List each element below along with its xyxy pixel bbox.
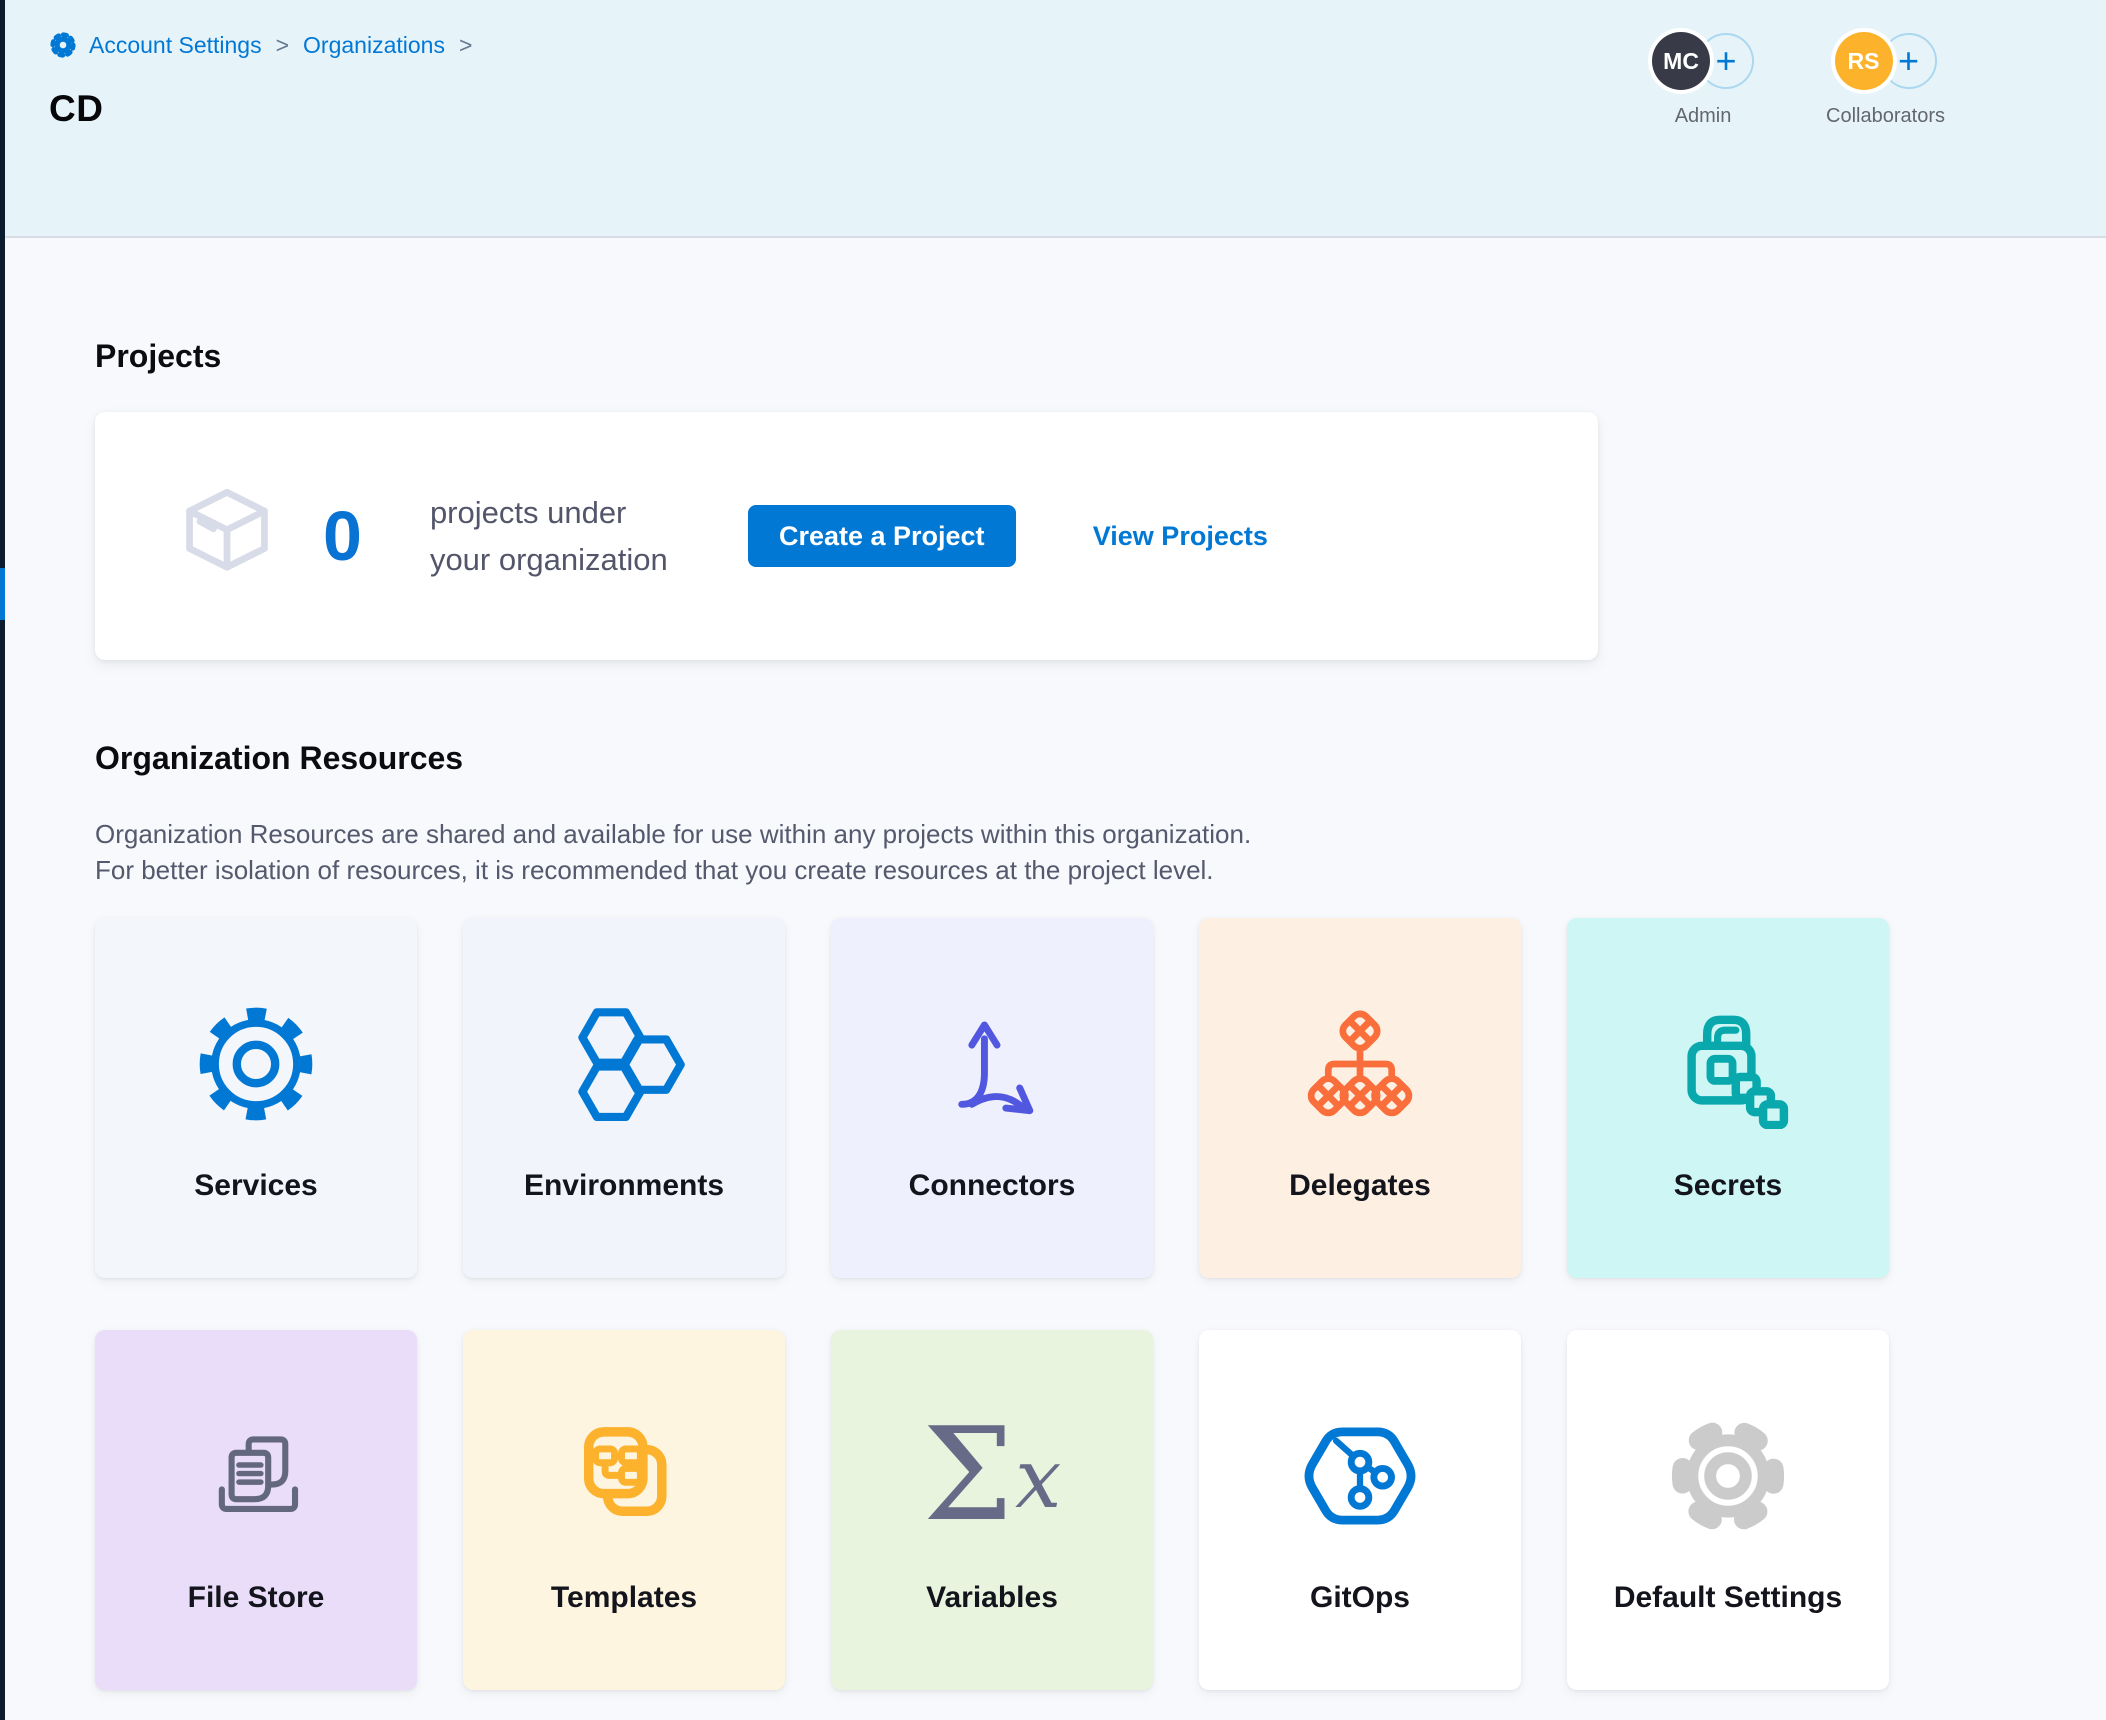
organization-resources-description: Organization Resources are shared and av… (95, 816, 1251, 888)
default-settings-gear-icon (1662, 1405, 1794, 1547)
left-nav-active-indicator (0, 568, 5, 620)
resource-tile-label: Delegates (1289, 1169, 1431, 1203)
resource-tile-label: Default Settings (1614, 1581, 1842, 1615)
resource-tile-label: Secrets (1674, 1169, 1782, 1203)
page-title: CD (49, 88, 103, 130)
resource-tile-secrets[interactable]: Secrets (1567, 918, 1889, 1278)
cube-icon (175, 484, 279, 588)
breadcrumb-account-settings[interactable]: Account Settings (48, 30, 262, 60)
admin-label: Admin (1675, 105, 1732, 128)
resource-tile-label: Templates (551, 1581, 697, 1615)
resource-tile-label: GitOps (1310, 1581, 1410, 1615)
resource-tile-label: Services (194, 1169, 317, 1203)
gitops-icon (1297, 1405, 1423, 1547)
resource-tiles-grid: Services Environments Connectors (95, 918, 1889, 1690)
admin-avatar[interactable]: MC (1652, 32, 1710, 90)
projects-heading: Projects (95, 338, 221, 375)
view-projects-link[interactable]: View Projects (1093, 521, 1268, 552)
resource-tile-variables[interactable]: Σx Variables (831, 1330, 1153, 1690)
collaborator-avatar[interactable]: RS (1835, 32, 1893, 90)
resource-tile-label: File Store (188, 1581, 325, 1615)
delegates-tree-icon (1299, 993, 1421, 1135)
services-gear-icon (192, 993, 320, 1135)
resource-tile-gitops[interactable]: GitOps (1199, 1330, 1521, 1690)
breadcrumb-organizations[interactable]: Organizations (303, 32, 445, 59)
organization-resources-heading: Organization Resources (95, 740, 463, 777)
create-project-button[interactable]: Create a Project (748, 505, 1016, 567)
resource-tile-default-settings[interactable]: Default Settings (1567, 1330, 1889, 1690)
breadcrumb-item-label: Account Settings (89, 32, 262, 59)
connectors-arrows-icon (929, 993, 1055, 1135)
resource-tile-file-store[interactable]: File Store (95, 1330, 417, 1690)
templates-icon (561, 1405, 687, 1547)
breadcrumb-separator: > (459, 31, 472, 59)
collaborators-label: Collaborators (1826, 105, 1945, 128)
resource-tile-connectors[interactable]: Connectors (831, 918, 1153, 1278)
project-count-caption: projects under your organization (430, 489, 668, 583)
resource-tile-label: Variables (926, 1581, 1058, 1615)
left-nav-edge (0, 0, 5, 1720)
admin-group: MC + Admin (1652, 32, 1754, 128)
breadcrumb-item-label: Organizations (303, 32, 445, 59)
collaborators-group: RS + Collaborators (1826, 32, 1945, 128)
environments-hexagons-icon (561, 993, 687, 1135)
breadcrumb: Account Settings > Organizations > (48, 30, 472, 60)
breadcrumb-separator: > (276, 31, 289, 59)
page-header: Account Settings > Organizations > CD MC… (5, 0, 2106, 238)
resource-tile-templates[interactable]: Templates (463, 1330, 785, 1690)
org-members: MC + Admin RS + Collaborators (1652, 32, 1945, 128)
secrets-lock-icon (1663, 993, 1793, 1135)
file-store-icon (195, 1405, 317, 1547)
resource-tile-label: Environments (524, 1169, 724, 1203)
resource-tile-services[interactable]: Services (95, 918, 417, 1278)
projects-summary-card: 0 projects under your organization Creat… (95, 412, 1598, 660)
project-count: 0 (323, 496, 362, 576)
resource-tile-delegates[interactable]: Delegates (1199, 918, 1521, 1278)
settings-gear-icon (48, 30, 78, 60)
resource-tile-environments[interactable]: Environments (463, 918, 785, 1278)
resource-tile-label: Connectors (909, 1169, 1076, 1203)
variables-sigma-icon: Σx (923, 1405, 1062, 1547)
